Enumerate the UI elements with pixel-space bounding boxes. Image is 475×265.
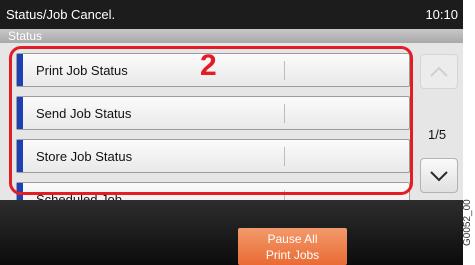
page-indicator: 1/5 <box>428 127 447 142</box>
callout-number: 2 <box>200 49 217 82</box>
scroll-down-button[interactable] <box>420 158 458 193</box>
pause-label-line2: Print Jobs <box>265 248 320 262</box>
status-tab-bar: Status <box>0 29 463 43</box>
row-marker <box>17 97 23 129</box>
chevron-up-icon <box>430 66 448 77</box>
print-job-status-label: Print Job Status <box>36 63 128 78</box>
store-job-status-button[interactable]: Store Job Status <box>16 139 410 173</box>
figure-code: G0052_00 <box>462 199 473 246</box>
pause-label-line1: Pause All <box>267 232 318 246</box>
store-job-status-label: Store Job Status <box>36 149 133 164</box>
scroll-up-button[interactable] <box>420 54 458 89</box>
screen-title: Status/Job Cancel. <box>6 7 116 22</box>
title-bar: Status/Job Cancel. 10:10 <box>0 0 463 29</box>
row-divider <box>284 61 285 80</box>
row-marker <box>17 54 23 86</box>
bottom-bar <box>0 200 463 265</box>
row-divider <box>284 147 285 166</box>
row-marker <box>17 140 23 172</box>
status-tab-label: Status <box>8 29 43 43</box>
row-divider <box>284 104 285 123</box>
send-job-status-label: Send Job Status <box>36 106 132 121</box>
clock: 10:10 <box>425 7 458 22</box>
pause-all-print-jobs-button[interactable]: Pause All Print Jobs <box>238 228 347 265</box>
send-job-status-button[interactable]: Send Job Status <box>16 96 410 130</box>
chevron-down-icon <box>430 171 448 182</box>
